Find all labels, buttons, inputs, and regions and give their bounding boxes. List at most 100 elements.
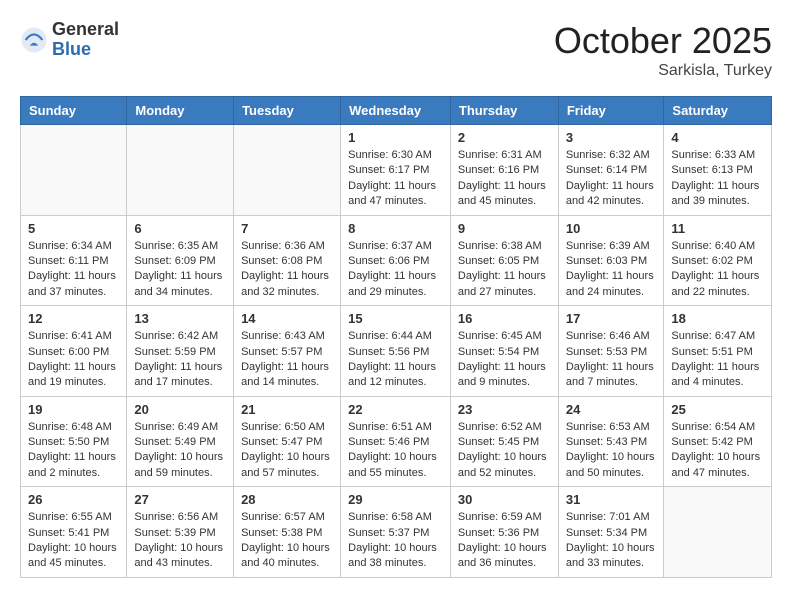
calendar-cell: 29 Sunrise: 6:58 AM Sunset: 5:37 PM Dayli… [341,487,451,578]
day-number: 8 [348,221,443,236]
day-info: Sunrise: 6:58 AM Sunset: 5:37 PM Dayligh… [348,510,443,572]
day-info: Sunrise: 6:42 AM Sunset: 5:59 PM Dayligh… [134,329,226,391]
calendar-cell: 23Sunrise: 6:52 AM Sunset: 5:45 PM Dayli… [450,396,558,487]
day-number: 21 [241,402,333,417]
calendar-cell [127,125,234,216]
day-number: 28 [241,492,333,507]
day-number: 11 [671,221,764,236]
day-info: Sunrise: 6:30 AM Sunset: 6:17 PM Dayligh… [348,148,443,210]
logo-blue: Blue [52,40,119,60]
calendar-cell: 8 Sunrise: 6:37 AM Sunset: 6:06 PM Daylig… [341,215,451,306]
day-info: Sunrise: 6:38 AM Sunset: 6:05 PM Dayligh… [458,239,551,301]
day-info: Sunrise: 6:32 AM Sunset: 6:14 PM Dayligh… [566,148,657,210]
calendar-cell: 24Sunrise: 6:53 AM Sunset: 5:43 PM Dayli… [558,396,664,487]
calendar-cell: 16 Sunrise: 6:45 AM Sunset: 5:54 PM Dayli… [450,306,558,397]
calendar-cell: 20Sunrise: 6:49 AM Sunset: 5:49 PM Dayli… [127,396,234,487]
weekday-header: Sunday [21,97,127,125]
logo-text: General Blue [52,20,119,60]
day-number: 6 [134,221,226,236]
day-number: 14 [241,311,333,326]
day-info: Sunrise: 6:31 AM Sunset: 6:16 PM Dayligh… [458,148,551,210]
day-info: Sunrise: 6:50 AM Sunset: 5:47 PM Dayligh… [241,420,333,482]
location-subtitle: Sarkisla, Turkey [554,62,772,80]
day-number: 29 [348,492,443,507]
day-info: Sunrise: 6:44 AM Sunset: 5:56 PM Dayligh… [348,329,443,391]
calendar-cell: 26Sunrise: 6:55 AM Sunset: 5:41 PM Dayli… [21,487,127,578]
day-number: 9 [458,221,551,236]
day-number: 4 [671,130,764,145]
day-info: Sunrise: 6:45 AM Sunset: 5:54 PM Dayligh… [458,329,551,391]
day-number: 30 [458,492,551,507]
calendar-cell: 3 Sunrise: 6:32 AM Sunset: 6:14 PM Daylig… [558,125,664,216]
logo-general: General [52,20,119,40]
calendar-cell [21,125,127,216]
calendar-cell: 30Sunrise: 6:59 AM Sunset: 5:36 PM Dayli… [450,487,558,578]
day-number: 13 [134,311,226,326]
day-number: 17 [566,311,657,326]
day-number: 10 [566,221,657,236]
calendar-cell: 7 Sunrise: 6:36 AM Sunset: 6:08 PM Daylig… [234,215,341,306]
day-info: Sunrise: 6:33 AM Sunset: 6:13 PM Dayligh… [671,148,764,210]
calendar-cell: 18 Sunrise: 6:47 AM Sunset: 5:51 PM Dayli… [664,306,772,397]
weekday-header: Thursday [450,97,558,125]
week-row: 26Sunrise: 6:55 AM Sunset: 5:41 PM Dayli… [21,487,772,578]
calendar-cell: 4 Sunrise: 6:33 AM Sunset: 6:13 PM Daylig… [664,125,772,216]
calendar-cell: 19Sunrise: 6:48 AM Sunset: 5:50 PM Dayli… [21,396,127,487]
week-row: 1Sunrise: 6:30 AM Sunset: 6:17 PM Daylig… [21,125,772,216]
weekday-header: Friday [558,97,664,125]
day-info: Sunrise: 7:01 AM Sunset: 5:34 PM Dayligh… [566,510,657,572]
day-number: 16 [458,311,551,326]
day-info: Sunrise: 6:56 AM Sunset: 5:39 PM Dayligh… [134,510,226,572]
day-number: 3 [566,130,657,145]
calendar-cell: 2 Sunrise: 6:31 AM Sunset: 6:16 PM Daylig… [450,125,558,216]
weekday-header: Monday [127,97,234,125]
calendar-cell: 25 Sunrise: 6:54 AM Sunset: 5:42 PM Dayli… [664,396,772,487]
day-info: Sunrise: 6:36 AM Sunset: 6:08 PM Dayligh… [241,239,333,301]
day-info: Sunrise: 6:40 AM Sunset: 6:02 PM Dayligh… [671,239,764,301]
calendar-cell: 5 Sunrise: 6:34 AM Sunset: 6:11 PM Daylig… [21,215,127,306]
day-info: Sunrise: 6:34 AM Sunset: 6:11 PM Dayligh… [28,239,119,301]
day-number: 25 [671,402,764,417]
day-info: Sunrise: 6:51 AM Sunset: 5:46 PM Dayligh… [348,420,443,482]
day-info: Sunrise: 6:54 AM Sunset: 5:42 PM Dayligh… [671,420,764,482]
calendar-cell [664,487,772,578]
weekday-header: Saturday [664,97,772,125]
week-row: 19Sunrise: 6:48 AM Sunset: 5:50 PM Dayli… [21,396,772,487]
calendar-cell [234,125,341,216]
calendar-cell: 9 Sunrise: 6:38 AM Sunset: 6:05 PM Daylig… [450,215,558,306]
day-info: Sunrise: 6:46 AM Sunset: 5:53 PM Dayligh… [566,329,657,391]
weekday-header: Wednesday [341,97,451,125]
day-number: 5 [28,221,119,236]
day-number: 24 [566,402,657,417]
weekday-header-row: SundayMondayTuesdayWednesdayThursdayFrid… [21,97,772,125]
day-info: Sunrise: 6:37 AM Sunset: 6:06 PM Dayligh… [348,239,443,301]
calendar-cell: 28 Sunrise: 6:57 AM Sunset: 5:38 PM Dayli… [234,487,341,578]
day-number: 19 [28,402,119,417]
calendar-cell: 21 Sunrise: 6:50 AM Sunset: 5:47 PM Dayli… [234,396,341,487]
day-number: 22 [348,402,443,417]
day-number: 2 [458,130,551,145]
day-info: Sunrise: 6:39 AM Sunset: 6:03 PM Dayligh… [566,239,657,301]
logo-icon [20,26,48,54]
calendar-table: SundayMondayTuesdayWednesdayThursdayFrid… [20,96,772,578]
calendar-cell: 14 Sunrise: 6:43 AM Sunset: 5:57 PM Dayli… [234,306,341,397]
day-number: 27 [134,492,226,507]
day-info: Sunrise: 6:57 AM Sunset: 5:38 PM Dayligh… [241,510,333,572]
calendar-cell: 13 Sunrise: 6:42 AM Sunset: 5:59 PM Dayli… [127,306,234,397]
calendar-cell: 11 Sunrise: 6:40 AM Sunset: 6:02 PM Dayli… [664,215,772,306]
weekday-header: Tuesday [234,97,341,125]
week-row: 5 Sunrise: 6:34 AM Sunset: 6:11 PM Daylig… [21,215,772,306]
day-info: Sunrise: 6:41 AM Sunset: 6:00 PM Dayligh… [28,329,119,391]
calendar-cell: 6 Sunrise: 6:35 AM Sunset: 6:09 PM Daylig… [127,215,234,306]
day-number: 23 [458,402,551,417]
calendar-cell: 31Sunrise: 7:01 AM Sunset: 5:34 PM Dayli… [558,487,664,578]
day-info: Sunrise: 6:35 AM Sunset: 6:09 PM Dayligh… [134,239,226,301]
month-title: October 2025 [554,20,772,62]
day-number: 7 [241,221,333,236]
day-number: 26 [28,492,119,507]
calendar-cell: 17 Sunrise: 6:46 AM Sunset: 5:53 PM Dayli… [558,306,664,397]
day-info: Sunrise: 6:47 AM Sunset: 5:51 PM Dayligh… [671,329,764,391]
day-info: Sunrise: 6:43 AM Sunset: 5:57 PM Dayligh… [241,329,333,391]
calendar-cell: 15Sunrise: 6:44 AM Sunset: 5:56 PM Dayli… [341,306,451,397]
day-number: 18 [671,311,764,326]
